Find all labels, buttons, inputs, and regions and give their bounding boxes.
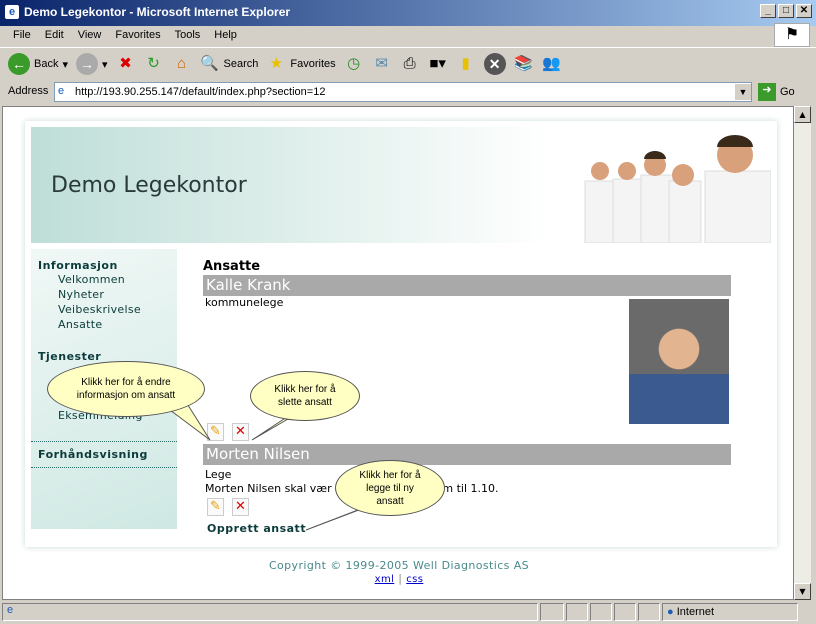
status-cell bbox=[614, 603, 636, 621]
scroll-down-button[interactable]: ▼ bbox=[794, 583, 811, 600]
edit-callout: Klikk her for å endre informasjon om ans… bbox=[47, 361, 205, 417]
vertical-scrollbar[interactable]: ▲ ▼ bbox=[794, 106, 811, 600]
zone-indicator: ● Internet bbox=[662, 603, 798, 621]
status-bar: e ● Internet bbox=[0, 602, 816, 624]
status-cell bbox=[638, 603, 660, 621]
callout-tails bbox=[169, 401, 373, 531]
globe-icon: ● bbox=[667, 606, 674, 618]
delete-callout: Klikk her for å slette ansatt bbox=[250, 371, 360, 421]
status-cell bbox=[540, 603, 564, 621]
status-cell bbox=[566, 603, 588, 621]
status-cell bbox=[590, 603, 612, 621]
status-text: e bbox=[2, 603, 538, 621]
scroll-up-button[interactable]: ▲ bbox=[794, 106, 811, 123]
create-callout: Klikk her for å legge til ny ansatt bbox=[335, 460, 445, 516]
page-status-icon: e bbox=[7, 604, 14, 616]
